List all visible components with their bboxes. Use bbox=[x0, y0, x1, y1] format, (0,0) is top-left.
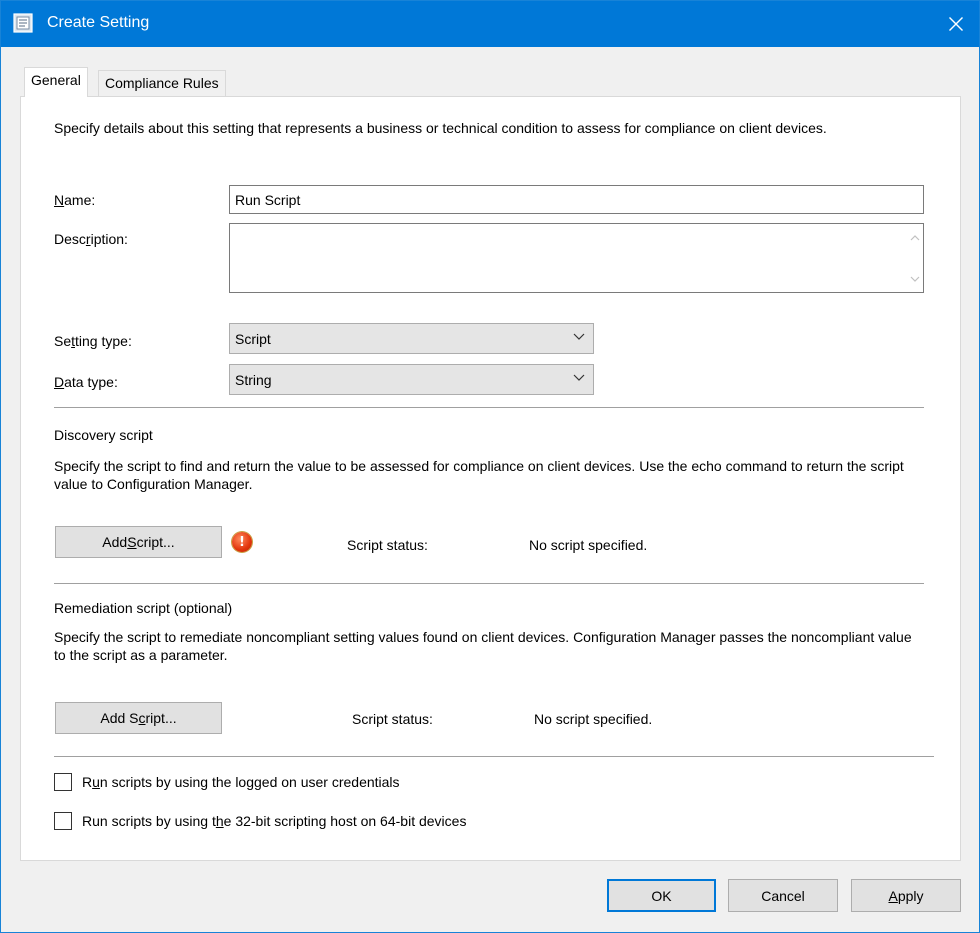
name-label: Name: bbox=[54, 192, 96, 208]
tab-general[interactable]: General bbox=[24, 67, 88, 97]
discovery-heading: Discovery script bbox=[54, 427, 153, 443]
tab-general-label: General bbox=[31, 72, 81, 88]
32bit-host-label[interactable]: Run scripts by using the 32-bit scriptin… bbox=[82, 813, 466, 829]
add-discovery-script-button[interactable]: Add Script... bbox=[55, 526, 222, 558]
32bit-host-checkbox[interactable] bbox=[54, 812, 72, 830]
logged-on-credentials-checkbox[interactable] bbox=[54, 773, 72, 791]
scroll-up-icon bbox=[910, 235, 920, 241]
ok-button[interactable]: OK bbox=[607, 879, 716, 912]
settings-document-icon bbox=[13, 13, 33, 33]
remediation-description: Specify the script to remediate noncompl… bbox=[54, 629, 912, 663]
logged-on-credentials-label[interactable]: Run scripts by using the logged on user … bbox=[82, 774, 400, 790]
remediation-status-value: No script specified. bbox=[534, 711, 653, 727]
discovery-status-label: Script status: bbox=[347, 537, 428, 553]
apply-button[interactable]: Apply bbox=[851, 879, 961, 912]
data-type-select[interactable]: String bbox=[229, 364, 594, 395]
cancel-button[interactable]: Cancel bbox=[728, 879, 838, 912]
close-icon bbox=[949, 17, 963, 31]
setting-type-label: Setting type: bbox=[54, 333, 132, 349]
create-setting-dialog: Create Setting General Compliance Rules … bbox=[0, 0, 980, 933]
separator bbox=[54, 583, 924, 585]
separator bbox=[54, 407, 924, 409]
error-icon: ! bbox=[232, 532, 252, 552]
close-button[interactable] bbox=[933, 1, 979, 47]
window-title: Create Setting bbox=[47, 14, 150, 31]
setting-type-value: Script bbox=[235, 330, 271, 347]
setting-type-select[interactable]: Script bbox=[229, 323, 594, 354]
tab-compliance-rules[interactable]: Compliance Rules bbox=[98, 70, 226, 96]
intro-text: Specify details about this setting that … bbox=[54, 120, 827, 136]
title-bar[interactable]: Create Setting bbox=[1, 1, 979, 47]
name-field-value: Run Script bbox=[235, 191, 301, 208]
description-label: Description: bbox=[54, 231, 128, 247]
remediation-status-label: Script status: bbox=[352, 711, 433, 727]
add-remediation-script-button[interactable]: Add Sc ript... bbox=[55, 702, 222, 734]
general-tab-panel: Specify details about this setting that … bbox=[20, 96, 961, 861]
discovery-status-value: No script specified. bbox=[529, 537, 648, 553]
scroll-down-icon bbox=[910, 276, 920, 282]
chevron-down-icon bbox=[573, 333, 585, 340]
description-field[interactable] bbox=[229, 223, 924, 293]
name-field[interactable]: Run Script bbox=[229, 185, 924, 214]
chevron-down-icon bbox=[573, 374, 585, 381]
data-type-label: Data type: bbox=[54, 374, 118, 390]
remediation-heading: Remediation script (optional) bbox=[54, 600, 233, 616]
data-type-value: String bbox=[235, 371, 272, 388]
tab-compliance-rules-label: Compliance Rules bbox=[105, 75, 219, 91]
separator bbox=[54, 756, 934, 758]
description-scrollbar[interactable] bbox=[906, 224, 923, 292]
discovery-description: Specify the script to find and return th… bbox=[54, 458, 904, 492]
